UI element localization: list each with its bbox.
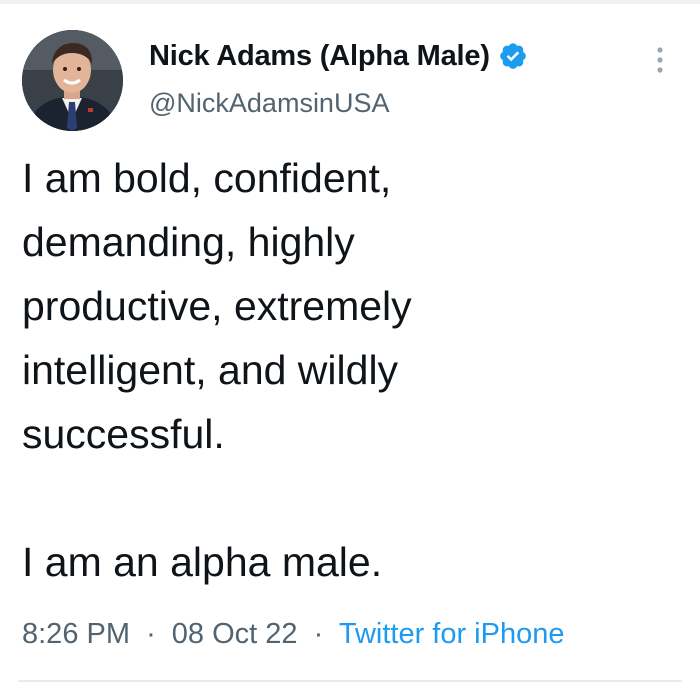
top-divider <box>0 0 700 4</box>
more-options-icon[interactable] <box>650 42 670 78</box>
tweet-meta: 8:26 PM · 08 Oct 22 · Twitter for iPhone <box>22 618 564 651</box>
bottom-divider <box>18 680 682 682</box>
tweet-source-link[interactable]: Twitter for iPhone <box>339 618 565 650</box>
tweet-text: I am bold, confident, demanding, highly … <box>22 146 662 594</box>
display-name[interactable]: Nick Adams (Alpha Male) <box>149 40 490 73</box>
meta-separator: · <box>146 618 156 650</box>
tweet-date[interactable]: 08 Oct 22 <box>172 618 298 650</box>
tweet-line: demanding, highly <box>22 219 355 265</box>
name-row: Nick Adams (Alpha Male) <box>149 36 528 76</box>
avatar[interactable] <box>22 30 123 131</box>
tweet-line: successful. <box>22 411 225 457</box>
tweet-line: I am an alpha male. <box>22 539 383 585</box>
tweet-time[interactable]: 8:26 PM <box>22 618 130 650</box>
profile-photo-icon <box>22 30 123 131</box>
tweet-line: intelligent, and wildly <box>22 347 399 393</box>
meta-separator: · <box>313 618 324 650</box>
user-handle[interactable]: @NickAdamsinUSA <box>149 88 389 119</box>
tweet-line: I am bold, confident, <box>22 155 392 201</box>
verified-badge-icon <box>498 41 528 71</box>
tweet-line: productive, extremely <box>22 283 412 329</box>
